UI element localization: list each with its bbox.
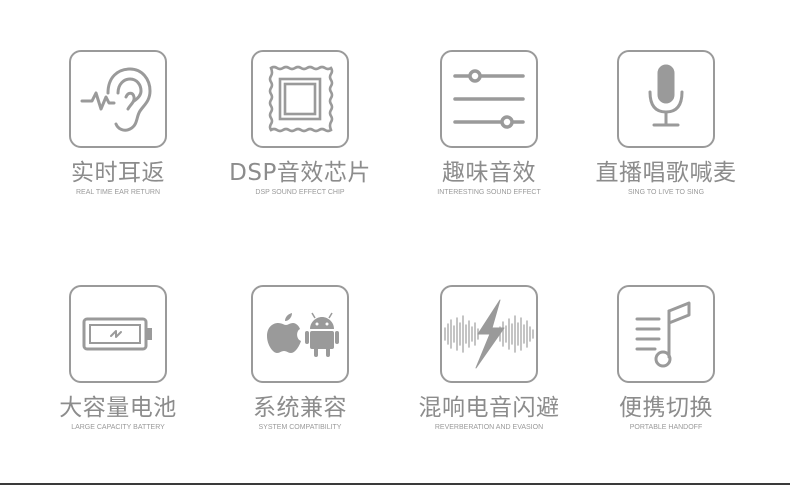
- feature-large-battery: 大容量电池 LARGE CAPACITY BATTERY: [23, 285, 213, 432]
- sliders-icon: [440, 50, 538, 148]
- feature-dsp-chip: DSP音效芯片 DSP SOUND EFFECT CHIP: [205, 50, 395, 197]
- music-note-icon: [617, 285, 715, 383]
- feature-subtitle: SING TO LIVE TO SING: [627, 189, 705, 196]
- feature-title: 大容量电池: [59, 395, 177, 421]
- feature-subtitle: REVERBERATION AND EVASION: [434, 424, 544, 431]
- apple-android-icon: [251, 285, 349, 383]
- feature-subtitle: PORTABLE HANDOFF: [629, 424, 703, 431]
- feature-subtitle: SYSTEM COMPATIBILITY: [258, 424, 342, 431]
- feature-subtitle: INTERESTING SOUND EFFECT: [437, 189, 541, 196]
- feature-title: 直播唱歌喊麦: [595, 160, 737, 186]
- feature-portable-handoff: 便携切换 PORTABLE HANDOFF: [571, 285, 761, 432]
- feature-title: 系统兼容: [253, 395, 347, 421]
- feature-interesting-sound-effect: 趣味音效 INTERESTING SOUND EFFECT: [394, 50, 584, 197]
- feature-title: 混响电音闪避: [418, 395, 560, 421]
- feature-sing-live: 直播唱歌喊麦 SING TO LIVE TO SING: [571, 50, 761, 197]
- feature-reverberation-evasion: 混响电音闪避 REVERBERATION AND EVASION: [394, 285, 584, 432]
- feature-title: 便携切换: [619, 395, 713, 421]
- chip-icon: [251, 50, 349, 148]
- feature-subtitle: DSP SOUND EFFECT CHIP: [255, 189, 345, 196]
- feature-title: 趣味音效: [442, 160, 536, 186]
- feature-title: DSP音效芯片: [229, 160, 371, 186]
- lightning-waveform-icon: [440, 285, 538, 383]
- battery-icon: [69, 285, 167, 383]
- feature-real-time-ear-return: 实时耳返 REAL TIME EAR RETURN: [23, 50, 213, 197]
- feature-subtitle: REAL TIME EAR RETURN: [75, 189, 160, 196]
- feature-system-compatibility: 系统兼容 SYSTEM COMPATIBILITY: [205, 285, 395, 432]
- ear-icon: [69, 50, 167, 148]
- feature-subtitle: LARGE CAPACITY BATTERY: [71, 424, 165, 431]
- feature-title: 实时耳返: [71, 160, 165, 186]
- microphone-icon: [617, 50, 715, 148]
